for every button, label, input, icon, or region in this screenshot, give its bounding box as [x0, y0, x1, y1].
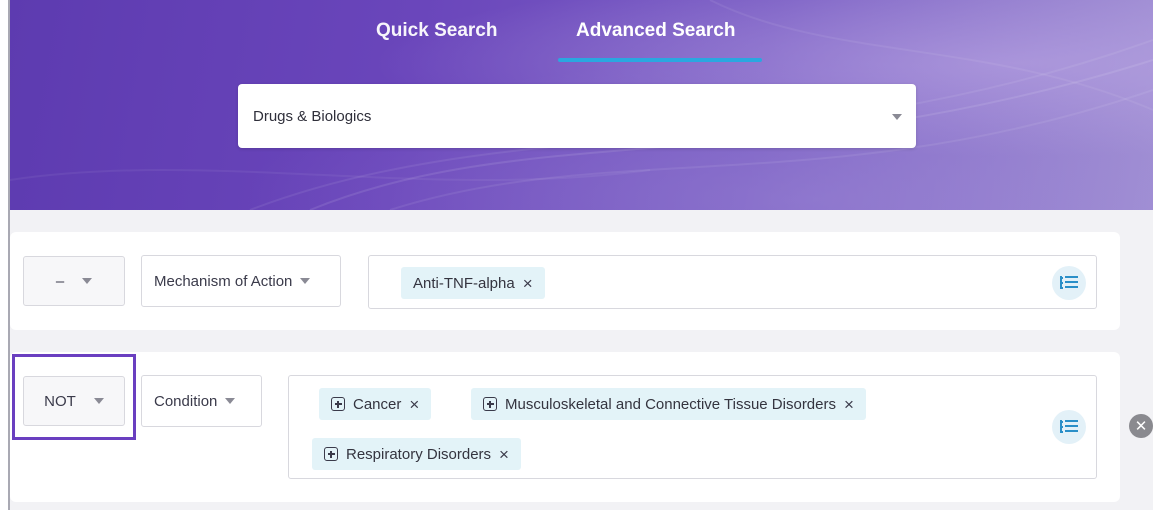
close-icon[interactable]: ×: [499, 446, 509, 463]
close-icon[interactable]: ×: [409, 396, 419, 413]
tab-quick-search[interactable]: Quick Search: [376, 20, 497, 42]
expand-plus-icon[interactable]: [331, 397, 345, 411]
close-icon[interactable]: ×: [844, 396, 854, 413]
close-icon: ✕: [1134, 418, 1148, 435]
operator-value: NOT: [44, 392, 76, 410]
remove-row-button[interactable]: ✕: [1129, 414, 1153, 438]
chevron-down-icon: [93, 398, 104, 404]
value-chip[interactable]: Cancer ×: [319, 388, 432, 420]
database-select[interactable]: Drugs & Biologics: [238, 84, 916, 148]
query-row: – Mechanism of Action Anti-TNF-alpha ×: [10, 232, 1120, 330]
list-tree-icon: [1060, 276, 1078, 289]
field-select[interactable]: Condition: [141, 375, 262, 427]
chevron-down-icon: [892, 114, 902, 120]
chip-label: Anti-TNF-alpha: [413, 274, 515, 292]
query-row: NOT Condition Cancer × Musculoskeletal a…: [10, 352, 1120, 502]
field-select-value: Mechanism of Action: [154, 272, 293, 290]
value-input[interactable]: Cancer × Musculoskeletal and Connective …: [288, 375, 1097, 479]
chip-label: Respiratory Disorders: [346, 445, 492, 463]
chevron-down-icon: [82, 278, 93, 284]
chevron-down-icon: [300, 278, 311, 284]
operator-value: –: [55, 272, 65, 290]
operator-select[interactable]: NOT: [23, 376, 125, 426]
field-select[interactable]: Mechanism of Action: [141, 255, 341, 307]
database-select-value: Drugs & Biologics: [253, 107, 372, 125]
value-chip[interactable]: Musculoskeletal and Connective Tissue Di…: [471, 388, 866, 420]
query-builder: – Mechanism of Action Anti-TNF-alpha × N…: [10, 210, 1153, 510]
search-header: Quick Search Advanced Search Drugs & Bio…: [10, 0, 1153, 210]
tab-advanced-search[interactable]: Advanced Search: [576, 20, 735, 42]
chip-label: Cancer: [353, 395, 402, 413]
operator-select[interactable]: –: [23, 256, 125, 306]
expand-plus-icon[interactable]: [324, 447, 338, 461]
active-tab-indicator: [558, 58, 762, 62]
chip-label: Musculoskeletal and Connective Tissue Di…: [505, 395, 836, 413]
chevron-down-icon: [225, 398, 236, 404]
list-tree-button[interactable]: [1052, 266, 1086, 300]
value-input[interactable]: Anti-TNF-alpha ×: [368, 255, 1097, 309]
value-chip[interactable]: Respiratory Disorders ×: [312, 438, 521, 470]
list-tree-button[interactable]: [1052, 410, 1086, 444]
field-select-value: Condition: [154, 392, 218, 410]
list-tree-icon: [1060, 420, 1078, 433]
expand-plus-icon[interactable]: [483, 397, 497, 411]
value-chip[interactable]: Anti-TNF-alpha ×: [401, 267, 545, 299]
close-icon[interactable]: ×: [523, 275, 533, 292]
